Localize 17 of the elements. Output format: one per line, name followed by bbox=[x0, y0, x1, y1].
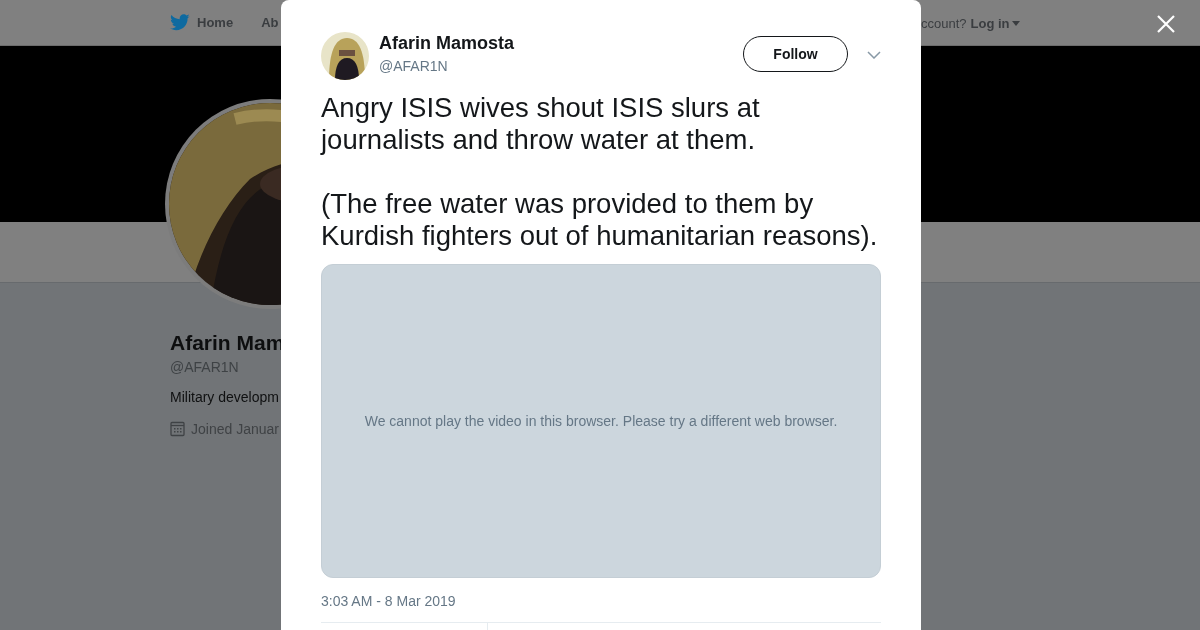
author-name[interactable]: Afarin Mamosta bbox=[379, 33, 743, 54]
calendar-icon bbox=[170, 421, 185, 437]
nav-link[interactable]: Home bbox=[170, 14, 234, 31]
profile-bio: Military developm bbox=[170, 389, 280, 405]
tweet-text: (The free water was provided to them by Kurdish fighters out of humanitarian reasons). bbox=[321, 188, 879, 252]
login-prompt: ccount? bbox=[921, 16, 967, 31]
follow-button[interactable]: Follow bbox=[743, 36, 848, 72]
caret-icon[interactable] bbox=[1011, 21, 1020, 26]
tweet-text: Angry ISIS wives shout ISIS slurs at journalists and throw water at them. bbox=[321, 92, 761, 156]
bird-logo-icon bbox=[170, 14, 190, 31]
nav-link[interactable]: Ab bbox=[261, 14, 279, 31]
chevron-down-icon[interactable] bbox=[867, 51, 881, 59]
close-icon[interactable] bbox=[1157, 15, 1175, 33]
video-error-message: We cannot play the video in this browser. Please try a different web browser. bbox=[364, 413, 838, 429]
tweet-timestamp: 3:03 AM - 8 Mar 2019 bbox=[321, 593, 457, 609]
author-handle[interactable]: @AFAR1N bbox=[379, 58, 743, 74]
login-link[interactable]: Log in bbox=[970, 16, 1020, 31]
